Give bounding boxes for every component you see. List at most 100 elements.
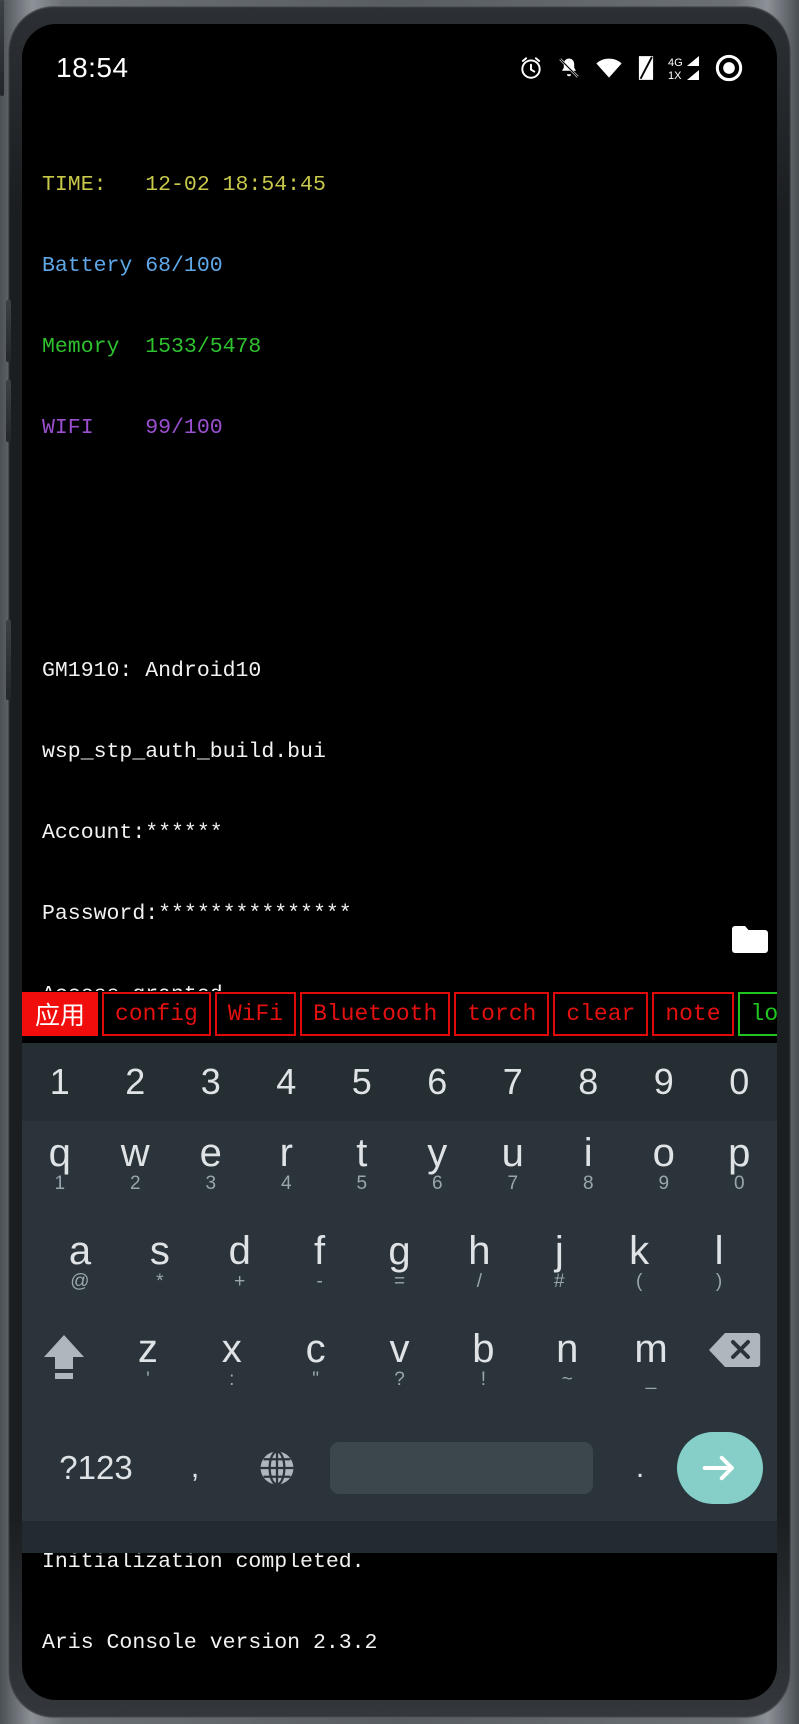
phone-shell: 18:54 4G 1X TIME: 12-02 18:54:45 Battery… [0,0,799,1724]
svg-text:4G: 4G [668,57,683,69]
key-z[interactable]: z ' [106,1317,190,1391]
cmd-button-clear[interactable]: clear [553,992,649,1036]
key-period[interactable]: . [603,1451,677,1485]
key-comma[interactable]: , [156,1451,234,1485]
key-q[interactable]: q 1 [22,1121,98,1195]
console-spacer [42,577,777,604]
console-stat-memory: Memory 1533/5478 [42,335,262,359]
cmd-button-locate[interactable]: locate [737,992,777,1036]
key-enter[interactable] [677,1432,763,1504]
console-log-line: Password:*************** [42,902,352,926]
key-shift[interactable] [22,1317,106,1383]
key-label: u [501,1131,524,1175]
key-n[interactable]: n ~ [525,1317,609,1391]
wifi-icon [596,58,622,78]
key-space[interactable] [330,1442,593,1494]
key-s[interactable]: s * [120,1219,200,1293]
key-label: v [389,1327,410,1371]
phone-screen: 18:54 4G 1X TIME: 12-02 18:54:45 Battery… [22,24,777,1700]
key-hint: ~ [561,1369,573,1390]
volume-up-button[interactable] [6,300,11,362]
sim-card-icon [638,56,654,80]
key-hint: ( [636,1271,643,1292]
key-label: t [356,1131,368,1175]
key-5[interactable]: 5 [324,1061,400,1103]
key-7[interactable]: 7 [475,1061,551,1103]
key-8[interactable]: 8 [551,1061,627,1103]
key-w[interactable]: w 2 [98,1121,174,1195]
key-e[interactable]: e 3 [173,1121,249,1195]
key-label: s [149,1229,170,1273]
backspace-icon [709,1333,761,1367]
key-2[interactable]: 2 [98,1061,174,1103]
console-stat-time: TIME: 12-02 18:54:45 [42,173,326,197]
key-9[interactable]: 9 [626,1061,702,1103]
key-0[interactable]: 0 [702,1061,778,1103]
cmd-button-config[interactable]: config [102,992,211,1036]
key-y[interactable]: y 6 [400,1121,476,1195]
key-b[interactable]: b ! [441,1317,525,1391]
key-label: a [68,1229,92,1273]
command-button-bar: 应用 config WiFi Bluetooth torch clear not… [22,991,777,1037]
key-a[interactable]: a @ [40,1219,120,1293]
key-j[interactable]: j # [519,1219,599,1293]
key-g[interactable]: g = [360,1219,440,1293]
cmd-button-torch[interactable]: torch [454,992,550,1036]
key-hint: 8 [582,1173,594,1194]
key-hint: 9 [658,1173,670,1194]
power-button[interactable] [6,620,11,700]
key-f[interactable]: f - [280,1219,360,1293]
keyboard-number-row: 1 2 3 4 5 6 7 8 9 0 [22,1043,777,1121]
key-m[interactable]: m _ [609,1317,693,1391]
folder-icon[interactable] [730,924,770,956]
key-o[interactable]: o 9 [626,1121,702,1195]
key-hint: 5 [356,1173,368,1194]
key-hint: ' [146,1369,150,1390]
key-u[interactable]: u 7 [475,1121,551,1195]
key-hint: = [393,1271,406,1292]
key-6[interactable]: 6 [400,1061,476,1103]
alert-slider[interactable] [0,0,4,96]
cmd-button-wifi[interactable]: WiFi [214,992,297,1036]
key-hint: ! [480,1369,486,1390]
key-r[interactable]: r 4 [249,1121,325,1195]
console-stat-wifi: WIFI 99/100 [42,416,223,440]
key-1[interactable]: 1 [22,1061,98,1103]
key-language-switch[interactable] [234,1447,320,1489]
key-hint: 7 [507,1173,519,1194]
key-label: p [728,1131,751,1175]
alarm-icon [521,57,541,79]
key-symbols[interactable]: ?123 [36,1449,156,1487]
console-spacer [42,496,777,523]
key-d[interactable]: d + [200,1219,280,1293]
console-log-line: GM1910: Android10 [42,659,262,683]
cmd-button-note[interactable]: note [652,992,734,1036]
key-hint: 0 [733,1173,745,1194]
key-c[interactable]: c " [274,1317,358,1391]
key-k[interactable]: k ( [599,1219,679,1293]
cmd-button-bluetooth[interactable]: Bluetooth [300,992,451,1036]
key-label: x [221,1327,242,1371]
key-backspace[interactable] [693,1317,777,1369]
volume-down-button[interactable] [6,380,11,442]
key-4[interactable]: 4 [249,1061,325,1103]
key-t[interactable]: t 5 [324,1121,400,1195]
key-p[interactable]: p 0 [702,1121,778,1195]
mobile-signal-4g-1x-icon: 4G 1X [668,56,699,82]
key-label: b [472,1327,495,1371]
key-label: o [652,1131,675,1175]
cmd-button-apps[interactable]: 应用 [22,992,99,1036]
key-label: n [556,1327,579,1371]
key-3[interactable]: 3 [173,1061,249,1103]
key-label: w [120,1131,150,1175]
notifications-muted-icon [559,58,579,78]
battery-circle-icon [715,54,743,82]
key-x[interactable]: x : [190,1317,274,1391]
key-label: c [305,1327,326,1371]
key-l[interactable]: l ) [679,1219,759,1293]
key-hint: : [229,1369,235,1390]
key-label: i [583,1131,593,1175]
key-i[interactable]: i 8 [551,1121,627,1195]
key-h[interactable]: h / [439,1219,519,1293]
key-v[interactable]: v ? [358,1317,442,1391]
